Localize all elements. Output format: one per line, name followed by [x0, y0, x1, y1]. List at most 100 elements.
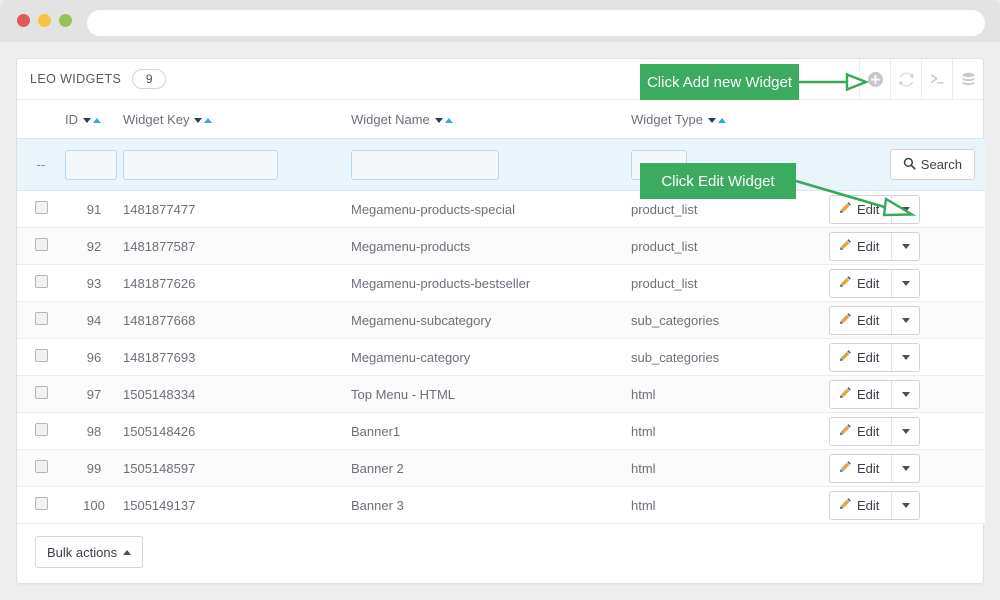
close-window-button[interactable]: [17, 14, 30, 27]
edit-split-button[interactable]: Edit: [829, 380, 920, 409]
sort-desc-icon[interactable]: [708, 118, 716, 123]
column-header-widget-name[interactable]: Widget Name: [351, 100, 631, 139]
filter-input-id[interactable]: [65, 150, 117, 180]
cell-widget-name: Megamenu-category: [351, 339, 631, 376]
sort-desc-icon[interactable]: [83, 118, 91, 123]
edit-split-button[interactable]: Edit: [829, 306, 920, 335]
refresh-button[interactable]: [890, 59, 921, 100]
edit-dropdown-toggle[interactable]: [891, 233, 919, 260]
row-checkbox[interactable]: [35, 275, 48, 288]
edit-dropdown-toggle[interactable]: [891, 418, 919, 445]
cell-widget-name: Banner 3: [351, 487, 631, 524]
chevron-down-icon: [902, 503, 910, 508]
edit-button[interactable]: Edit: [830, 270, 891, 297]
sort-arrows-widget-key[interactable]: [194, 118, 212, 123]
sort-desc-icon[interactable]: [194, 118, 202, 123]
edit-split-button[interactable]: Edit: [829, 343, 920, 372]
row-checkbox-cell: [17, 376, 65, 413]
edit-dropdown-toggle[interactable]: [891, 307, 919, 334]
edit-button[interactable]: Edit: [830, 381, 891, 408]
edit-button[interactable]: Edit: [830, 418, 891, 445]
panel-toolbar: [859, 59, 983, 100]
table-header-row: ID Widget Key: [17, 100, 985, 139]
cell-widget-name: Megamenu-products: [351, 228, 631, 265]
row-checkbox[interactable]: [35, 460, 48, 473]
cell-id: 100: [65, 487, 123, 524]
edit-dropdown-toggle[interactable]: [891, 196, 919, 223]
row-checkbox[interactable]: [35, 497, 48, 510]
sort-asc-icon[interactable]: [718, 118, 726, 123]
edit-button[interactable]: Edit: [830, 307, 891, 334]
row-checkbox[interactable]: [35, 349, 48, 362]
row-checkbox[interactable]: [35, 386, 48, 399]
filter-dash: --: [17, 157, 65, 172]
cell-actions: Edit: [827, 487, 985, 524]
sort-asc-icon[interactable]: [93, 118, 101, 123]
refresh-icon: [898, 71, 915, 88]
terminal-icon: [929, 71, 946, 88]
row-checkbox[interactable]: [35, 312, 48, 325]
sql-console-button[interactable]: [921, 59, 952, 100]
edit-button[interactable]: Edit: [830, 196, 891, 223]
cell-actions: Edit: [827, 191, 985, 228]
row-checkbox[interactable]: [35, 238, 48, 251]
column-header-widget-type[interactable]: Widget Type: [631, 100, 827, 139]
edit-dropdown-toggle[interactable]: [891, 344, 919, 371]
column-header-checkbox: [17, 100, 65, 139]
add-new-widget-button[interactable]: [859, 59, 890, 100]
sort-arrows-widget-name[interactable]: [435, 118, 453, 123]
panel-footer: Bulk actions: [17, 521, 983, 583]
chevron-down-icon: [902, 466, 910, 471]
row-checkbox[interactable]: [35, 423, 48, 436]
edit-split-button[interactable]: Edit: [829, 269, 920, 298]
sort-desc-icon[interactable]: [435, 118, 443, 123]
sort-arrows-id[interactable]: [83, 118, 101, 123]
sort-asc-icon[interactable]: [204, 118, 212, 123]
cell-id: 94: [65, 302, 123, 339]
edit-dropdown-toggle[interactable]: [891, 270, 919, 297]
cell-id: 91: [65, 191, 123, 228]
chevron-down-icon: [902, 281, 910, 286]
search-button[interactable]: Search: [890, 149, 975, 180]
cell-widget-key: 1481877693: [123, 339, 351, 376]
edit-button-label: Edit: [857, 313, 879, 328]
edit-button[interactable]: Edit: [830, 455, 891, 482]
cell-widget-key: 1481877587: [123, 228, 351, 265]
table-body: --: [17, 139, 985, 524]
edit-split-button[interactable]: Edit: [829, 454, 920, 483]
database-button[interactable]: [952, 59, 983, 100]
edit-button[interactable]: Edit: [830, 233, 891, 260]
minimize-window-button[interactable]: [38, 14, 51, 27]
pencil-icon: [839, 460, 852, 476]
table-row: 1001505149137Banner 3htmlEdit: [17, 487, 985, 524]
sort-arrows-widget-type[interactable]: [708, 118, 726, 123]
cell-actions: Edit: [827, 265, 985, 302]
table-row: 981505148426Banner1htmlEdit: [17, 413, 985, 450]
edit-dropdown-toggle[interactable]: [891, 455, 919, 482]
column-header-widget-key[interactable]: Widget Key: [123, 100, 351, 139]
column-header-id[interactable]: ID: [65, 100, 123, 139]
cell-widget-type: product_list: [631, 265, 827, 302]
row-checkbox[interactable]: [35, 201, 48, 214]
table-header: ID Widget Key: [17, 100, 985, 139]
zoom-window-button[interactable]: [59, 14, 72, 27]
edit-split-button[interactable]: Edit: [829, 491, 920, 520]
sort-asc-icon[interactable]: [445, 118, 453, 123]
panel-header: LEO WIDGETS 9: [17, 59, 983, 100]
callout-edit-widget-text: Click Edit Widget: [661, 173, 774, 190]
filter-input-widget-name[interactable]: [351, 150, 499, 180]
edit-dropdown-toggle[interactable]: [891, 381, 919, 408]
cell-actions: Edit: [827, 450, 985, 487]
edit-split-button[interactable]: Edit: [829, 195, 920, 224]
chevron-down-icon: [902, 429, 910, 434]
edit-split-button[interactable]: Edit: [829, 232, 920, 261]
edit-dropdown-toggle[interactable]: [891, 492, 919, 519]
widget-count-badge: 9: [132, 69, 166, 89]
edit-button[interactable]: Edit: [830, 492, 891, 519]
address-bar[interactable]: [87, 10, 985, 36]
edit-split-button[interactable]: Edit: [829, 417, 920, 446]
filter-input-widget-key[interactable]: [123, 150, 278, 180]
bulk-actions-button[interactable]: Bulk actions: [35, 536, 143, 568]
filter-cell-widget-key: [123, 139, 351, 191]
edit-button[interactable]: Edit: [830, 344, 891, 371]
